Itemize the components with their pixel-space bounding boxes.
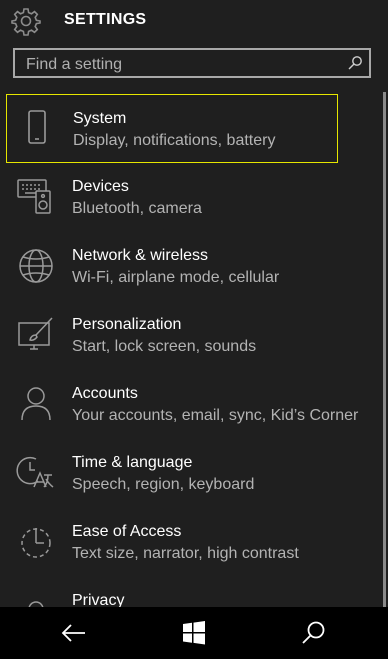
settings-screen: SETTINGS Find a setting System Display, … — [0, 0, 388, 607]
lock-icon — [16, 591, 56, 607]
settings-item-description: Text size, narrator, high contrast — [72, 545, 299, 562]
settings-item-personalization[interactable]: Personalization Start, lock screen, soun… — [6, 301, 338, 370]
windows-logo-icon[interactable] — [180, 619, 208, 647]
settings-item-system[interactable]: System Display, notifications, battery — [6, 94, 338, 163]
search-input[interactable]: Find a setting — [13, 48, 371, 78]
settings-item-description: Your accounts, email, sync, Kid’s Corner — [72, 407, 359, 424]
settings-item-ease-of-access[interactable]: Ease of Access Text size, narrator, high… — [6, 508, 338, 577]
settings-item-accounts[interactable]: Accounts Your accounts, email, sync, Kid… — [6, 370, 358, 439]
scrollbar[interactable] — [383, 92, 386, 607]
devices-icon — [16, 177, 56, 217]
settings-item-name: Devices — [72, 178, 129, 195]
back-arrow-icon[interactable] — [60, 619, 88, 647]
search-placeholder: Find a setting — [26, 56, 123, 73]
settings-item-name: Accounts — [72, 385, 138, 402]
settings-item-devices[interactable]: Devices Bluetooth, camera — [6, 163, 338, 232]
settings-item-description: Start, lock screen, sounds — [72, 338, 257, 355]
ease-of-access-icon — [16, 522, 56, 562]
search-icon[interactable] — [347, 55, 363, 71]
settings-item-name: Time & language — [72, 454, 193, 471]
settings-item-network[interactable]: Network & wireless Wi-Fi, airplane mode,… — [6, 232, 338, 301]
phone-icon — [17, 109, 57, 149]
settings-item-privacy[interactable]: Privacy — [6, 577, 338, 607]
settings-item-name: Personalization — [72, 316, 182, 333]
header: SETTINGS — [0, 0, 388, 42]
settings-item-name: Ease of Access — [72, 523, 182, 540]
settings-item-description: Speech, region, keyboard — [72, 476, 255, 493]
settings-item-description: Bluetooth, camera — [72, 200, 202, 217]
settings-item-name: System — [73, 110, 127, 127]
person-icon — [16, 384, 56, 424]
time-language-icon — [16, 453, 56, 493]
gear-icon — [11, 6, 41, 36]
settings-item-name: Privacy — [72, 592, 125, 607]
navigation-bar — [0, 607, 388, 659]
settings-item-description: Wi-Fi, airplane mode, cellular — [72, 269, 280, 286]
settings-item-description: Display, notifications, battery — [73, 132, 276, 149]
search-icon[interactable] — [300, 619, 328, 647]
page-title: SETTINGS — [64, 11, 147, 28]
settings-item-time-language[interactable]: Time & language Speech, region, keyboard — [6, 439, 338, 508]
personalization-icon — [16, 315, 56, 355]
settings-item-name: Network & wireless — [72, 247, 209, 264]
globe-icon — [16, 246, 56, 286]
